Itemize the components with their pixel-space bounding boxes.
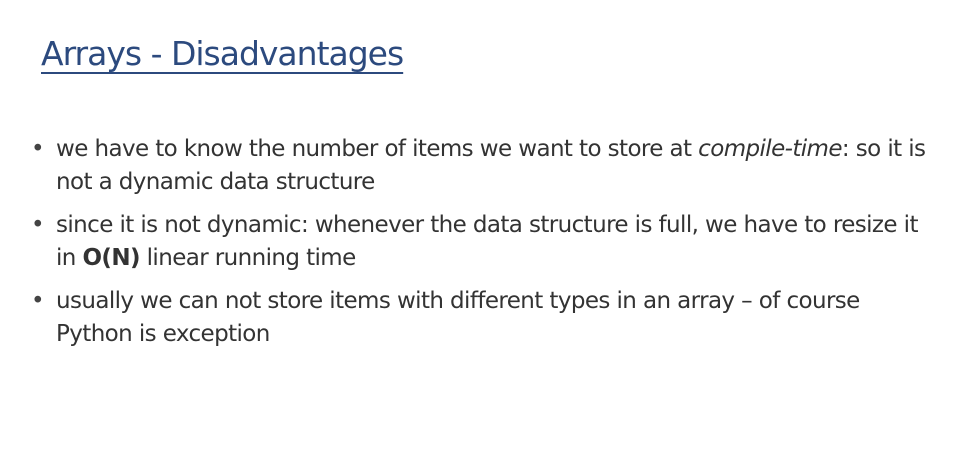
bullet-list: • we have to know the number of items we … [31, 133, 931, 361]
bullet-item: • since it is not dynamic: whenever the d… [31, 209, 931, 275]
bullet-text: we have to know the number of items we w… [56, 136, 699, 162]
bullet-item: • usually we can not store items with dif… [31, 285, 931, 351]
slide: Arrays - Disadvantages • we have to know … [0, 0, 963, 463]
bullet-dot-icon: • [31, 212, 45, 238]
bullet-text: linear running time [139, 245, 357, 271]
slide-title: Arrays - Disadvantages [41, 34, 404, 73]
bullet-dot-icon: • [31, 288, 45, 314]
bullet-emphasis: compile-time [698, 136, 842, 162]
bullet-bold: O(N) [82, 245, 140, 271]
bullet-text: usually we can not store items with diff… [56, 288, 860, 347]
bullet-item: • we have to know the number of items we … [31, 133, 931, 199]
bullet-dot-icon: • [31, 136, 45, 162]
